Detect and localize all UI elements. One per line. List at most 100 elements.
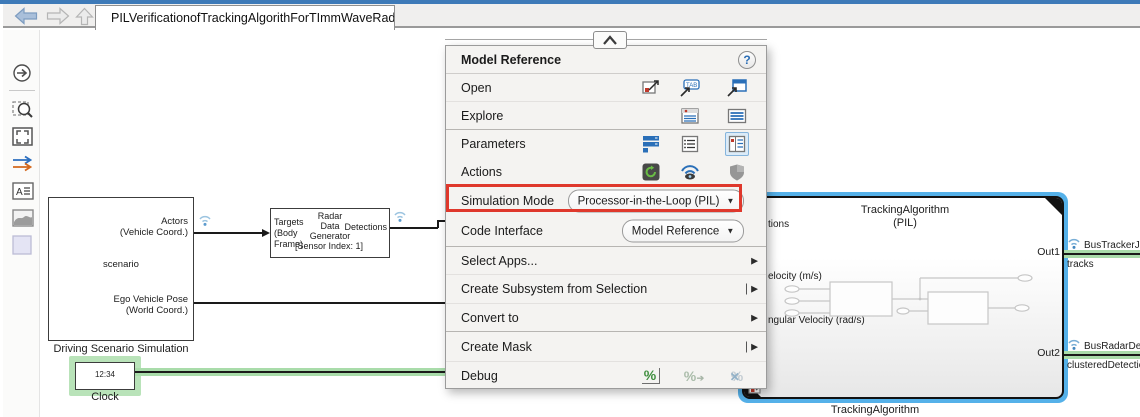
submenu-divider xyxy=(746,284,747,295)
submenu-arrow-icon: ▶ xyxy=(751,312,758,323)
collapse-menu-button[interactable] xyxy=(593,31,627,49)
port-label-actors: Actors xyxy=(68,216,188,227)
enter-arrow-icon[interactable] xyxy=(11,62,35,84)
submenu-arrow-icon: ▶ xyxy=(751,255,758,266)
model-reference-context-menu: Model Reference ? Open TAB Explore Param… xyxy=(445,45,767,389)
signal-arrows-icon[interactable] xyxy=(11,155,35,177)
tracking-title: TrackingAlgorithm xyxy=(744,204,1064,216)
menu-label-create-subsystem: Create Subsystem from Selection xyxy=(461,282,647,296)
menu-row-debug[interactable]: Debug % %➔ %✕ xyxy=(446,361,766,390)
fit-to-view-icon[interactable] xyxy=(11,126,35,148)
clear-breakpoints-icon[interactable]: %✕ xyxy=(726,366,748,386)
chevron-down-icon: ▼ xyxy=(726,227,734,236)
tracking-port-fragment-detections: tions xyxy=(768,219,789,230)
model-breadcrumb[interactable]: PILVerificationofTrackingAlgorithForTImm… xyxy=(95,5,395,30)
step-glyph: %➔ xyxy=(682,369,698,383)
menu-label-actions: Actions xyxy=(461,165,502,179)
bus2-signal-label: clusteredDetections xyxy=(1067,360,1140,371)
menu-label-open: Open xyxy=(461,81,492,95)
logged-signal-icon[interactable] xyxy=(393,210,407,228)
tracking-out1-label: Out1 xyxy=(1000,246,1060,258)
svg-text:A: A xyxy=(16,187,23,198)
tracking-subtitle: (PIL) xyxy=(744,217,1064,229)
up-icon[interactable] xyxy=(75,7,95,25)
simulation-mode-highlight-box xyxy=(446,184,742,212)
model-explorer-icon[interactable] xyxy=(726,106,748,126)
tracking-contents-preview xyxy=(775,270,1060,328)
sidebar-divider xyxy=(9,90,35,91)
open-in-current-icon[interactable] xyxy=(640,78,662,98)
annotation-icon[interactable]: A xyxy=(11,180,35,202)
wire-arrowhead xyxy=(262,229,270,237)
menu-row-code-interface[interactable]: Code Interface Model Reference ▼ xyxy=(446,216,766,246)
window-top-border xyxy=(0,0,1140,4)
menu-label-parameters: Parameters xyxy=(461,137,526,151)
menu-row-open[interactable]: Open TAB xyxy=(446,73,766,101)
menu-label-debug: Debug xyxy=(461,369,498,383)
step-to-breakpoint-icon[interactable]: %➔ xyxy=(679,366,701,386)
property-list-icon[interactable] xyxy=(679,134,701,154)
menu-header-row: Model Reference ? xyxy=(446,46,766,73)
logged-signal-icon[interactable] xyxy=(1067,338,1081,356)
clear-glyph: %✕ xyxy=(729,369,745,383)
menu-label-convert-to: Convert to xyxy=(461,311,519,325)
code-interface-value: Model Reference xyxy=(632,225,720,237)
menu-label-code-interface: Code Interface xyxy=(461,224,543,238)
radar-name-3: Generator xyxy=(300,231,360,242)
explore-window-icon[interactable] xyxy=(679,106,701,126)
breakpoint-icon[interactable]: % xyxy=(640,366,662,386)
chevron-up-icon xyxy=(599,34,621,46)
navigation-toolbar: PILVerificationofTrackingAlgorithForTImm… xyxy=(3,4,1140,28)
submenu-arrow-icon: ▶ xyxy=(751,341,758,352)
open-in-new-tab-icon[interactable]: TAB xyxy=(679,78,701,98)
clock-wire[interactable] xyxy=(135,371,446,373)
submenu-arrow-icon: ▶ xyxy=(751,284,758,295)
radar-name-1: Radar xyxy=(300,211,360,222)
menu-row-create-mask[interactable]: Create Mask ▶ xyxy=(446,331,766,361)
menu-row-actions[interactable]: Actions xyxy=(446,158,766,186)
port-label-actors-coord: (Vehicle Coord.) xyxy=(68,227,188,238)
radar-port-in-2: (Body xyxy=(274,228,298,239)
menu-label-explore: Explore xyxy=(461,109,503,123)
viewmark-icon[interactable] xyxy=(11,234,35,256)
port-label-ego-coord: (World Coord.) xyxy=(68,305,188,316)
forward-icon[interactable] xyxy=(46,7,70,25)
simulink-editor-window: PILVerificationofTrackingAlgorithForTImm… xyxy=(0,0,1140,417)
open-in-new-window-icon[interactable] xyxy=(726,78,748,98)
submenu-divider xyxy=(746,341,747,352)
shield-icon[interactable] xyxy=(726,162,748,182)
wire-ego-pose[interactable] xyxy=(194,302,445,304)
menu-row-select-apps[interactable]: Select Apps... ▶ xyxy=(446,246,766,274)
menu-row-convert-to[interactable]: Convert to ▶ xyxy=(446,303,766,331)
menu-label-select-apps: Select Apps... xyxy=(461,254,537,268)
clock-caption: Clock xyxy=(55,391,155,403)
log-signals-icon[interactable] xyxy=(679,162,701,182)
bus1-type-label: BusTrackerJPDA xyxy=(1084,240,1140,251)
tracking-out2-label: Out2 xyxy=(1000,347,1060,359)
menu-row-create-subsystem[interactable]: Create Subsystem from Selection ▶ xyxy=(446,274,766,303)
tracking-caption: TrackingAlgorithm xyxy=(775,404,975,416)
block-parameters-icon[interactable] xyxy=(640,134,662,154)
logged-signal-icon[interactable] xyxy=(198,214,212,232)
driving-scenario-caption: Driving Scenario Simulation xyxy=(30,343,212,355)
breakpoint-glyph: % xyxy=(642,368,660,384)
logged-signal-icon[interactable] xyxy=(1067,237,1081,255)
port-label-ego: Ego Vehicle Pose xyxy=(68,294,188,305)
parameters-dialog-icon[interactable] xyxy=(725,132,749,156)
help-icon[interactable]: ? xyxy=(738,51,756,69)
radar-sensor-index: [Sensor Index: 1] xyxy=(284,241,374,252)
code-interface-dropdown[interactable]: Model Reference ▼ xyxy=(622,220,744,243)
image-icon[interactable] xyxy=(11,207,35,229)
refresh-icon[interactable] xyxy=(640,162,662,182)
wire-actors-to-radar[interactable] xyxy=(194,232,263,234)
block-label-scenario: scenario xyxy=(103,259,139,270)
back-icon[interactable] xyxy=(14,7,38,25)
clock-value: 12:34 xyxy=(75,370,135,379)
wire-detections-stub[interactable] xyxy=(437,220,445,222)
menu-row-explore[interactable]: Explore xyxy=(446,101,766,129)
zoom-region-icon[interactable] xyxy=(11,98,35,120)
bus2-type-label: BusRadarDetection xyxy=(1084,341,1140,352)
menu-row-parameters[interactable]: Parameters xyxy=(446,129,766,158)
palette-sidebar: A xyxy=(3,30,40,417)
menu-label-create-mask: Create Mask xyxy=(461,340,532,354)
